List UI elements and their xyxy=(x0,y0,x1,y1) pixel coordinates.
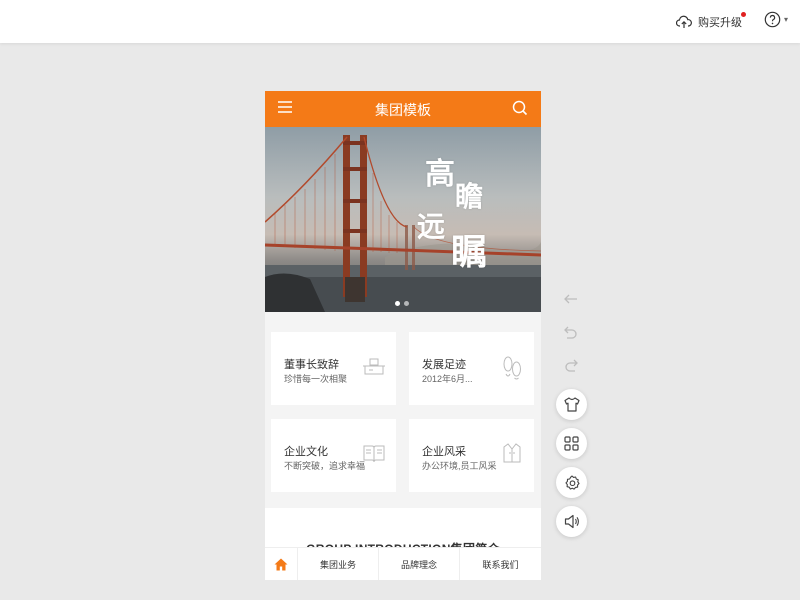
tab-brand-concept[interactable]: 品牌理念 xyxy=(379,548,460,580)
banner-hero-char: 瞻 xyxy=(455,180,484,213)
redo-icon[interactable] xyxy=(564,359,578,372)
card-title: 董事长致辞 xyxy=(284,359,339,371)
shirt-icon xyxy=(503,443,521,463)
card-desc: 办公环境,员工风采 xyxy=(422,461,497,471)
carousel-dot[interactable] xyxy=(395,301,400,306)
carousel-dot[interactable] xyxy=(404,301,409,306)
tab-contact-us[interactable]: 联系我们 xyxy=(460,548,541,580)
modules-button[interactable] xyxy=(556,428,587,459)
bottom-tab-bar: 集团业务 品牌理念 联系我们 xyxy=(265,547,541,580)
help-icon xyxy=(764,11,781,28)
help-button[interactable]: ▾ xyxy=(764,11,788,28)
tab-home[interactable] xyxy=(265,548,298,580)
help-caret: ▾ xyxy=(784,15,789,24)
home-icon xyxy=(274,558,288,571)
banner-hero-char: 瞩 xyxy=(451,231,488,273)
theme-button[interactable] xyxy=(556,389,587,420)
top-bar: 购买升级 ▾ xyxy=(0,0,800,43)
cloud-upload-icon xyxy=(676,15,692,28)
footprint-icon xyxy=(503,356,521,380)
bridge-image xyxy=(265,135,541,312)
gear-icon xyxy=(564,474,580,490)
speaker-icon xyxy=(564,514,579,529)
book-icon xyxy=(363,445,385,463)
page-title: 集团模板 xyxy=(375,102,431,118)
shirt-icon xyxy=(563,397,580,412)
banner-carousel[interactable]: 高 瞻 远 瞩 xyxy=(265,127,541,312)
desk-icon xyxy=(363,358,385,375)
search-icon[interactable] xyxy=(512,100,528,116)
phone-header: 集团模板 xyxy=(265,91,541,127)
card-title: 企业文化 xyxy=(284,446,328,458)
card-development[interactable]: 发展足迹 2012年6月... xyxy=(409,332,534,405)
card-desc: 不断突破，追求幸福 xyxy=(284,461,366,471)
announcement-button[interactable] xyxy=(556,506,587,537)
upgrade-button[interactable]: 购买升级 xyxy=(676,12,746,32)
card-desc: 珍惜每一次相聚 xyxy=(284,374,348,384)
undo-icon[interactable] xyxy=(564,326,578,339)
card-title: 企业风采 xyxy=(422,446,466,458)
banner-hero-char: 远 xyxy=(417,210,446,243)
notification-dot xyxy=(741,12,746,17)
card-chairman-speech[interactable]: 董事长致辞 珍惜每一次相聚 xyxy=(271,332,396,405)
phone-preview: 集团模板 高 瞻 远 瞩 董事长致辞 珍惜每一次相聚 发展足迹 2012年6月.… xyxy=(265,91,541,580)
card-style[interactable]: 企业风采 办公环境,员工风采 xyxy=(409,419,534,492)
upgrade-label: 购买升级 xyxy=(698,17,742,29)
card-culture[interactable]: 企业文化 不断突破，追求幸福 xyxy=(271,419,396,492)
banner-hero-char: 高 xyxy=(425,157,455,192)
carousel-dots[interactable] xyxy=(395,301,409,306)
card-title: 发展足迹 xyxy=(422,359,466,371)
back-arrow-icon[interactable] xyxy=(564,294,578,304)
card-desc: 2012年6月... xyxy=(422,374,473,384)
settings-button[interactable] xyxy=(556,467,587,498)
grid-icon xyxy=(564,436,579,451)
tab-group-business[interactable]: 集团业务 xyxy=(298,548,379,580)
